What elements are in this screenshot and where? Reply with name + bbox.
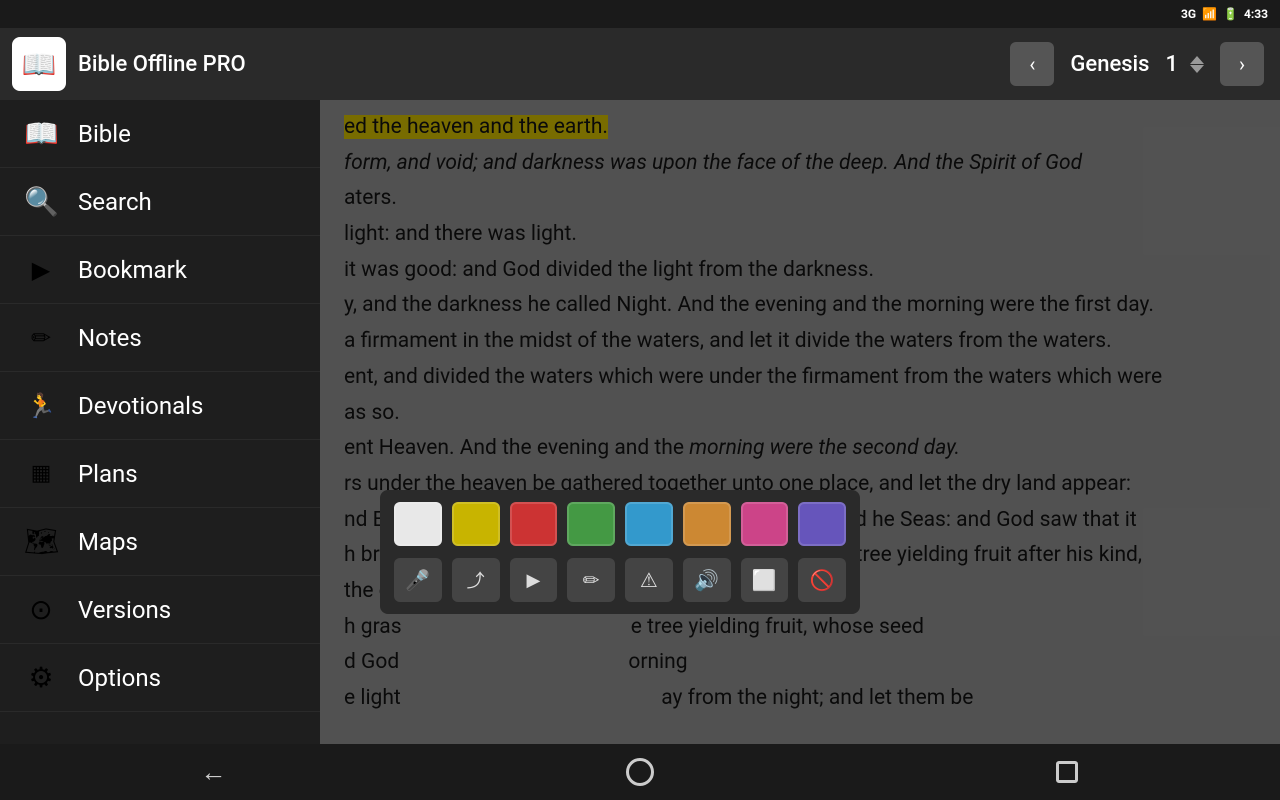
- color-swatch-blue[interactable]: [625, 502, 673, 546]
- color-swatch-pink[interactable]: [741, 502, 789, 546]
- chapter-number[interactable]: 1: [1165, 52, 1178, 77]
- app-title: Bible Offline PRO: [78, 52, 1010, 77]
- sidebar-item-devotionals[interactable]: 🏃 Devotionals: [0, 372, 320, 440]
- sidebar-label-versions: Versions: [78, 596, 171, 624]
- sidebar-label-options: Options: [78, 664, 161, 692]
- sidebar-item-plans[interactable]: ▦ Plans: [0, 440, 320, 508]
- sidebar: 📖 Bible 🔍 Search ▶ Bookmark ✏ Notes 🏃 De…: [0, 100, 320, 744]
- sidebar-label-devotionals: Devotionals: [78, 392, 203, 420]
- options-icon: ⚙: [24, 661, 58, 694]
- share-icon: ⤴: [467, 567, 485, 593]
- chapter-arrows[interactable]: [1190, 56, 1204, 73]
- prev-icon: ‹: [1029, 52, 1035, 76]
- copy-icon: ⬜: [752, 568, 777, 592]
- arrow-down-icon: [1190, 65, 1204, 73]
- next-icon: ›: [1239, 52, 1245, 76]
- sidebar-item-bible[interactable]: 📖 Bible: [0, 100, 320, 168]
- back-arrow-icon: ←: [200, 757, 226, 788]
- chapter-label[interactable]: Genesis: [1070, 52, 1149, 77]
- sidebar-label-search: Search: [78, 188, 152, 216]
- color-swatch-green[interactable]: [567, 502, 615, 546]
- network-icon: 3G: [1181, 7, 1196, 21]
- sidebar-item-maps[interactable]: 🗺 Maps: [0, 508, 320, 576]
- share-tool-button[interactable]: ⤴: [452, 558, 500, 602]
- color-swatch-orange[interactable]: [683, 502, 731, 546]
- search-icon: 🔍: [24, 185, 58, 218]
- back-button[interactable]: ←: [173, 750, 253, 794]
- warning-tool-button[interactable]: ⚠: [625, 558, 673, 602]
- maps-icon: 🗺: [24, 525, 58, 558]
- sidebar-label-bible: Bible: [78, 120, 131, 148]
- recents-rect-icon: [1056, 761, 1078, 783]
- plans-icon: ▦: [24, 461, 58, 486]
- sidebar-item-versions[interactable]: ⊙ Versions: [0, 576, 320, 644]
- bookmark-icon: ▶: [24, 256, 58, 284]
- volume-tool-button[interactable]: 🔊: [683, 558, 731, 602]
- volume-icon: 🔊: [694, 568, 719, 592]
- battery-icon: 🔋: [1223, 7, 1238, 21]
- status-icons: 3G 📶 🔋 4:33: [1181, 7, 1268, 21]
- app-header: 📖 Bible Offline PRO ‹ Genesis 1 ›: [0, 28, 1280, 100]
- edit-tool-button[interactable]: ✏: [567, 558, 615, 602]
- play-tool-button[interactable]: ▶: [510, 558, 558, 602]
- sidebar-item-options[interactable]: ⚙ Options: [0, 644, 320, 712]
- mic-icon: 🎤: [405, 568, 430, 592]
- nav-controls: ‹ Genesis 1 ›: [1010, 42, 1264, 86]
- bible-content: ed the heaven and the earth. form, and v…: [320, 100, 1280, 744]
- sidebar-label-maps: Maps: [78, 528, 138, 556]
- prev-chapter-button[interactable]: ‹: [1010, 42, 1054, 86]
- popup-overlay: [320, 100, 1280, 744]
- logo-icon: 📖: [22, 48, 57, 81]
- color-swatch-row: [394, 502, 846, 546]
- block-tool-button[interactable]: 🚫: [798, 558, 846, 602]
- next-chapter-button[interactable]: ›: [1220, 42, 1264, 86]
- devotionals-icon: 🏃: [24, 392, 58, 420]
- status-bar: 3G 📶 🔋 4:33: [0, 0, 1280, 28]
- recents-button[interactable]: [1027, 750, 1107, 794]
- tool-button-row: 🎤 ⤴ ▶ ✏ ⚠ 🔊 ⬜ 🚫: [394, 558, 846, 602]
- sidebar-label-bookmark: Bookmark: [78, 256, 187, 284]
- home-button[interactable]: [600, 750, 680, 794]
- color-swatch-red[interactable]: [510, 502, 558, 546]
- edit-icon: ✏: [583, 568, 600, 592]
- color-swatch-purple[interactable]: [798, 502, 846, 546]
- time-display: 4:33: [1244, 7, 1268, 21]
- arrow-up-icon: [1190, 56, 1204, 64]
- bottom-nav-bar: ←: [0, 744, 1280, 800]
- sidebar-label-notes: Notes: [78, 324, 142, 352]
- mic-tool-button[interactable]: 🎤: [394, 558, 442, 602]
- block-icon: 🚫: [810, 568, 835, 592]
- notes-icon: ✏: [24, 324, 58, 352]
- app-logo: 📖: [12, 37, 66, 91]
- home-circle-icon: [626, 758, 654, 786]
- sidebar-item-bookmark[interactable]: ▶ Bookmark: [0, 236, 320, 304]
- warning-icon: ⚠: [640, 568, 658, 592]
- color-swatch-yellow[interactable]: [452, 502, 500, 546]
- sidebar-label-plans: Plans: [78, 460, 138, 488]
- color-picker-popup: 🎤 ⤴ ▶ ✏ ⚠ 🔊 ⬜ 🚫: [380, 490, 860, 614]
- color-swatch-white[interactable]: [394, 502, 442, 546]
- sidebar-item-search[interactable]: 🔍 Search: [0, 168, 320, 236]
- bible-icon: 📖: [24, 117, 58, 150]
- copy-tool-button[interactable]: ⬜: [741, 558, 789, 602]
- versions-icon: ⊙: [24, 593, 58, 626]
- play-icon: ▶: [526, 570, 540, 591]
- sidebar-item-notes[interactable]: ✏ Notes: [0, 304, 320, 372]
- signal-icon: 📶: [1202, 7, 1217, 21]
